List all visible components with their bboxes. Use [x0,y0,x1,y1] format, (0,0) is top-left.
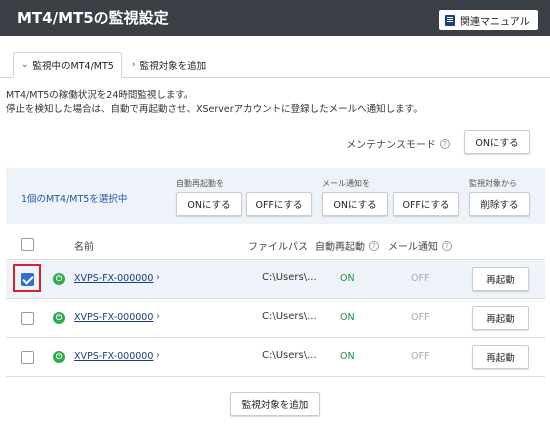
auto-restart-status: ON [340,351,355,362]
column-path: ファイルパス [248,242,308,253]
power-icon: ⏻ [53,273,65,285]
restart-button[interactable]: 再起動 [472,267,529,291]
file-path: C:\Users\... [262,311,317,322]
auto-restart-status: ON [340,312,355,323]
tab-monitoring[interactable]: ⌄ 監視中のMT4/MT5 [13,52,122,78]
book-icon [445,14,455,26]
tab-add-target[interactable]: › 監視対象を追加 [132,52,206,78]
row-checkbox[interactable] [21,351,34,364]
instance-name-link[interactable]: XVPS-FX-000000 [74,351,153,362]
monitor-group-label: 監視対象から [469,179,517,188]
bulk-mail-off-button[interactable]: OFFにする [393,192,459,216]
help-icon[interactable]: ? [442,240,452,251]
bulk-mail-on-button[interactable]: ONにする [322,192,388,216]
instance-name-link[interactable]: XVPS-FX-000000 [74,312,153,323]
mail-group-label: メール通知を [322,179,370,188]
maintenance-mode-label: メンテナンスモード ? [346,136,450,151]
bulk-action-bar: 1個のMT4/MT5を選択中 自動再起動を ONにする OFFにする メール通知… [6,168,545,224]
table-row: ⏻ XVPS-FX-000000 › C:\Users\... ON OFF 再… [6,339,545,377]
help-icon[interactable]: ? [440,138,450,149]
chevron-down-icon: ⌄ [21,60,29,70]
column-mail-label: メール通知 [388,242,438,253]
description-line-1: MT4/MT5の稼働状況を24時間監視します。 [6,90,194,101]
selected-count: 1個のMT4/MT5を選択中 [21,194,128,205]
chevron-right-icon[interactable]: › [156,311,160,322]
bulk-auto-restart-off-button[interactable]: OFFにする [246,192,312,216]
column-auto-restart-label: 自動再起動 [315,242,365,253]
mail-status: OFF [411,273,430,284]
power-icon: ⏻ [53,312,65,324]
mail-status: OFF [411,312,430,323]
table-row: ⏻ XVPS-FX-000000 › C:\Users\... ON OFF 再… [6,300,545,338]
tab-bar: ⌄ 監視中のMT4/MT5 › 監視対象を追加 [0,52,550,78]
column-mail: メール通知 ? [388,238,452,253]
chevron-right-icon[interactable]: › [156,350,160,361]
auto-restart-group-label: 自動再起動を [176,179,224,188]
restart-button[interactable]: 再起動 [472,345,529,369]
file-path: C:\Users\... [262,350,317,361]
power-icon: ⏻ [53,351,65,363]
restart-button[interactable]: 再起動 [472,306,529,330]
row-checkbox[interactable] [21,273,34,286]
row-checkbox[interactable] [21,312,34,325]
auto-restart-status: ON [340,273,355,284]
related-manual-label: 関連マニュアル [460,16,530,28]
bulk-auto-restart-on-button[interactable]: ONにする [176,192,242,216]
table-row: ⏻ XVPS-FX-000000 › C:\Users\... ON OFF 再… [6,261,545,299]
chevron-right-icon: › [132,60,136,70]
description-line-2: 停止を検知した場合は、自動で再起動させ、XServerアカウントに登録したメール… [6,104,423,115]
page-header: MT4/MT5の監視設定 関連マニュアル [0,0,550,36]
column-name: 名前 [74,242,94,253]
page-title: MT4/MT5の監視設定 [17,9,169,27]
bulk-delete-button[interactable]: 削除する [469,192,530,216]
maintenance-on-button[interactable]: ONにする [464,130,530,154]
table-header: 名前 ファイルパス 自動再起動 ? メール通知 ? [6,232,545,260]
select-all-checkbox[interactable] [21,238,34,251]
add-target-button[interactable]: 監視対象を追加 [230,392,320,416]
tab-monitoring-label: 監視中のMT4/MT5 [32,61,114,72]
related-manual-button[interactable]: 関連マニュアル [439,10,538,30]
instance-name-link[interactable]: XVPS-FX-000000 [74,273,153,284]
description: MT4/MT5の稼働状況を24時間監視します。 停止を検知した場合は、自動で再起… [6,89,423,117]
maintenance-mode-text: メンテナンスモード [346,140,436,151]
tab-add-target-label: 監視対象を追加 [139,61,207,72]
column-auto-restart: 自動再起動 ? [315,238,379,253]
chevron-right-icon[interactable]: › [156,272,160,283]
mail-status: OFF [411,351,430,362]
file-path: C:\Users\... [262,272,317,283]
help-icon[interactable]: ? [369,240,379,251]
